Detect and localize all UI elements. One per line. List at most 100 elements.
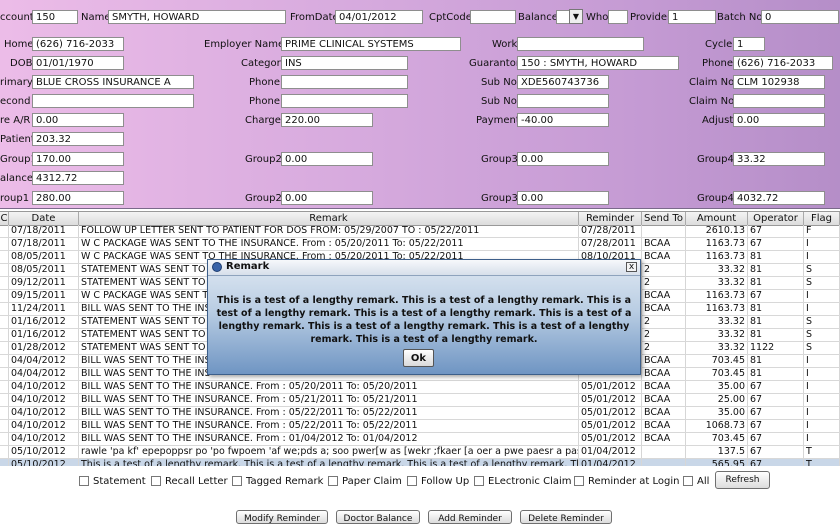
table-cell-c bbox=[0, 251, 9, 263]
add-reminder-button[interactable]: Add Reminder bbox=[428, 510, 512, 524]
claimno-field[interactable]: CLM 102938 bbox=[733, 75, 825, 89]
claimno2-field[interactable] bbox=[733, 94, 825, 108]
phone-right-field[interactable]: (626) 716-2033 bbox=[733, 56, 833, 70]
table-cell-sendto: BCAA bbox=[642, 238, 686, 250]
second-insurance-field[interactable] bbox=[32, 94, 194, 108]
chevron-down-icon[interactable]: ▼ bbox=[569, 9, 583, 24]
table-cell-date: 01/28/2012 bbox=[9, 342, 79, 354]
cptcode-label: CptCode bbox=[429, 12, 472, 23]
table-row[interactable]: 07/18/2011 FOLLOW UP LETTER SENT TO PATIE… bbox=[0, 225, 840, 238]
payment-field[interactable]: -40.00 bbox=[517, 113, 609, 127]
paper-claim-checkbox[interactable]: Paper Claim bbox=[328, 476, 402, 487]
charge-label: Charge bbox=[245, 115, 281, 126]
phone2-field[interactable] bbox=[281, 75, 408, 89]
table-cell-date: 04/10/2012 bbox=[9, 420, 79, 432]
cycle-field[interactable]: 1 bbox=[733, 37, 765, 51]
column-header-send-to[interactable]: Send To bbox=[642, 212, 686, 225]
cycle-label: Cycle bbox=[705, 39, 733, 50]
column-header-reminder[interactable]: Reminder bbox=[579, 212, 642, 225]
group3b-field[interactable]: 0.00 bbox=[517, 191, 609, 205]
delete-reminder-button[interactable]: Delete Reminder bbox=[520, 510, 612, 524]
provider-field[interactable]: 1 bbox=[668, 10, 716, 24]
table-cell-flag: I bbox=[804, 368, 840, 380]
subno-field[interactable]: XDE560743736 bbox=[517, 75, 609, 89]
column-header-amount[interactable]: Amount bbox=[686, 212, 748, 225]
adjust-field[interactable]: 0.00 bbox=[733, 113, 825, 127]
group4-field[interactable]: 33.32 bbox=[733, 152, 825, 166]
refresh-button[interactable]: Refresh bbox=[715, 471, 770, 489]
table-row[interactable]: 05/10/2012 rawle 'pa kf' epepoppsr po 'po… bbox=[0, 446, 840, 459]
claimno-label: Claim No bbox=[689, 77, 735, 88]
table-row[interactable]: 05/10/2012 This is a test of a lengthy re… bbox=[0, 459, 840, 466]
table-cell-date: 01/16/2012 bbox=[9, 329, 79, 341]
column-header-remark[interactable]: Remark bbox=[79, 212, 579, 225]
table-cell-remark: W C PACKAGE WAS SENT TO THE INSURANCE. F… bbox=[79, 238, 579, 250]
table-row[interactable]: 04/10/2012 BILL WAS SENT TO THE INSURANCE… bbox=[0, 433, 840, 446]
table-row[interactable]: 04/10/2012 BILL WAS SENT TO THE INSURANCE… bbox=[0, 394, 840, 407]
follow-up-checkbox[interactable]: Follow Up bbox=[407, 476, 469, 487]
guarantor-field[interactable]: 150 : SMYTH, HOWARD bbox=[517, 56, 679, 70]
recall-letter-checkbox[interactable]: Recall Letter bbox=[151, 476, 228, 487]
table-row[interactable]: 04/10/2012 BILL WAS SENT TO THE INSURANCE… bbox=[0, 407, 840, 420]
group2-field[interactable]: 0.00 bbox=[281, 152, 373, 166]
electronic-claim-checkbox[interactable]: ELectronic Claim bbox=[474, 476, 572, 487]
tagged-remark-checkbox[interactable]: Tagged Remark bbox=[232, 476, 323, 487]
name-field[interactable]: SMYTH, HOWARD bbox=[108, 10, 286, 24]
charge-field[interactable]: 220.00 bbox=[281, 113, 373, 127]
second-label: econd bbox=[0, 96, 31, 107]
group3-field[interactable]: 0.00 bbox=[517, 152, 609, 166]
table-row[interactable]: 04/10/2012 BILL WAS SENT TO THE INSURANCE… bbox=[0, 381, 840, 394]
column-header-date[interactable]: Date bbox=[9, 212, 79, 225]
table-cell-remark: rawle 'pa kf' epepoppsr po 'po fwpoem 'a… bbox=[81, 446, 579, 458]
table-cell-c bbox=[0, 446, 9, 458]
category-field[interactable]: INS bbox=[281, 56, 408, 70]
home-phone-field[interactable]: (626) 716-2033 bbox=[32, 37, 124, 51]
balance-label: Balance bbox=[518, 12, 558, 23]
primary-insurance-field[interactable]: BLUE CROSS INSURANCE A bbox=[32, 75, 194, 89]
modify-reminder-button[interactable]: Modify Reminder bbox=[236, 510, 328, 524]
table-cell-flag: I bbox=[804, 433, 840, 445]
account-field[interactable]: 150 bbox=[32, 10, 78, 24]
doctor-balance-button[interactable]: Doctor Balance bbox=[336, 510, 420, 524]
table-cell-flag: I bbox=[804, 251, 840, 263]
statement-checkbox[interactable]: Statement bbox=[79, 476, 146, 487]
table-cell-amount: 33.32 bbox=[686, 316, 748, 328]
group1b-field[interactable]: 280.00 bbox=[32, 191, 124, 205]
who-field[interactable] bbox=[608, 10, 628, 24]
phone3-field[interactable] bbox=[281, 94, 408, 108]
batch-label: Batch No. bbox=[717, 12, 766, 23]
column-header-c[interactable]: C bbox=[0, 212, 9, 225]
table-cell-flag: S bbox=[804, 277, 840, 289]
table-cell-sendto: 2 bbox=[642, 342, 686, 354]
table-cell-remark: This is a test of a lengthy remark. This… bbox=[79, 459, 579, 466]
column-header-flag[interactable]: Flag bbox=[804, 212, 840, 225]
group3-label: Group3 bbox=[481, 154, 518, 165]
dialog-titlebar[interactable]: Remark x bbox=[208, 260, 640, 276]
employer-field[interactable]: PRIME CLINICAL SYSTEMS bbox=[281, 37, 461, 51]
close-icon[interactable]: x bbox=[626, 262, 637, 272]
table-row[interactable]: 07/18/2011 W C PACKAGE WAS SENT TO THE IN… bbox=[0, 238, 840, 251]
subno2-field[interactable] bbox=[517, 94, 609, 108]
column-header-operator[interactable]: Operator bbox=[748, 212, 804, 225]
batch-field[interactable]: 0 bbox=[761, 10, 839, 24]
prear-field[interactable]: 0.00 bbox=[32, 113, 124, 127]
balance2-field[interactable]: 4312.72 bbox=[32, 171, 124, 185]
fromdate-field[interactable]: 04/01/2012 bbox=[335, 10, 423, 24]
ok-button[interactable]: Ok bbox=[403, 349, 434, 367]
group2b-field[interactable]: 0.00 bbox=[281, 191, 373, 205]
all-checkbox[interactable]: All bbox=[683, 476, 709, 487]
table-cell-sendto: BCAA bbox=[642, 420, 686, 432]
group1-field[interactable]: 170.00 bbox=[32, 152, 124, 166]
patient-field[interactable]: 203.32 bbox=[32, 132, 124, 146]
reminder-login-checkbox[interactable]: Reminder at Login bbox=[574, 476, 680, 487]
table-row[interactable]: 04/10/2012 BILL WAS SENT TO THE INSURANCE… bbox=[0, 420, 840, 433]
table-cell-date: 04/10/2012 bbox=[9, 394, 79, 406]
table-cell-date: 05/10/2012 bbox=[9, 459, 79, 466]
cptcode-field[interactable] bbox=[470, 10, 516, 24]
table-cell-c bbox=[0, 368, 9, 380]
group4b-field[interactable]: 4032.72 bbox=[733, 191, 825, 205]
balance-combo[interactable] bbox=[556, 10, 570, 24]
work-field[interactable] bbox=[517, 37, 644, 51]
group2b-label: Group2 bbox=[245, 193, 282, 204]
dob-field[interactable]: 01/01/1970 bbox=[32, 56, 124, 70]
